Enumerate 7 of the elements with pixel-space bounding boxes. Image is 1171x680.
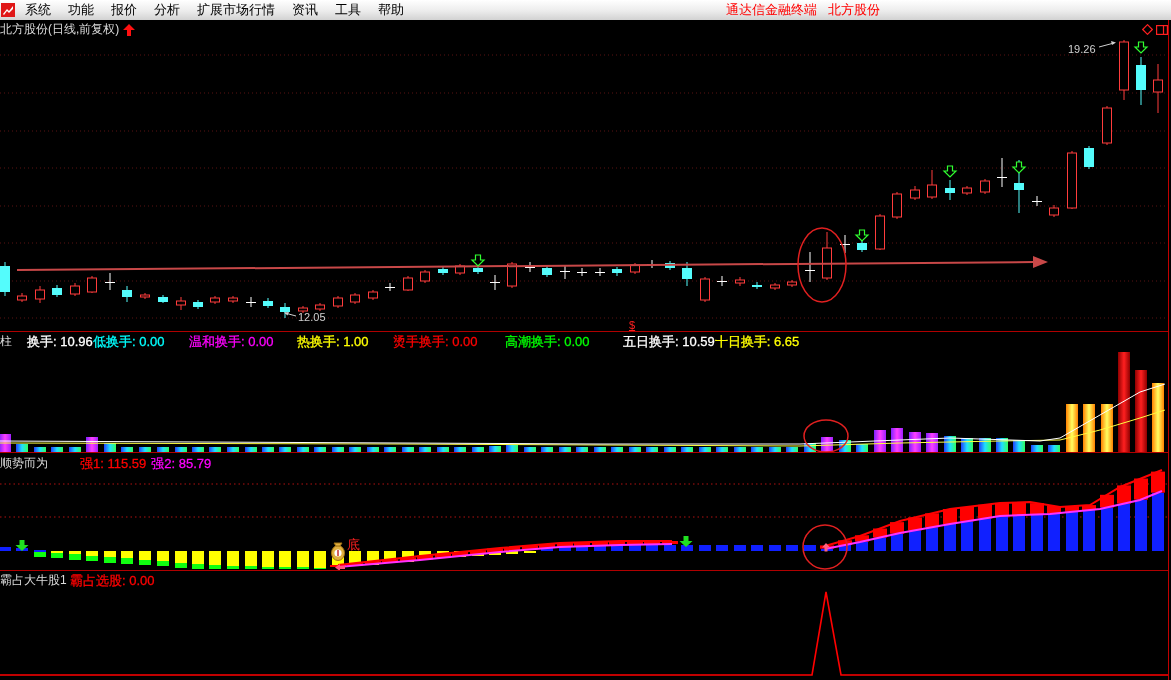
- app-title: 通达信金融终端: [726, 1, 817, 19]
- stock-name: 北方股份: [828, 1, 880, 19]
- indicator-name: 柱: [0, 333, 12, 350]
- chart-title: 北方股份(日线,前复权): [0, 21, 120, 38]
- indicator-reading: 霸占选股: 0.00: [70, 571, 155, 590]
- indicator-name: 霸占大牛股1: [0, 572, 67, 589]
- indicator-name: 顺势而为: [0, 455, 48, 472]
